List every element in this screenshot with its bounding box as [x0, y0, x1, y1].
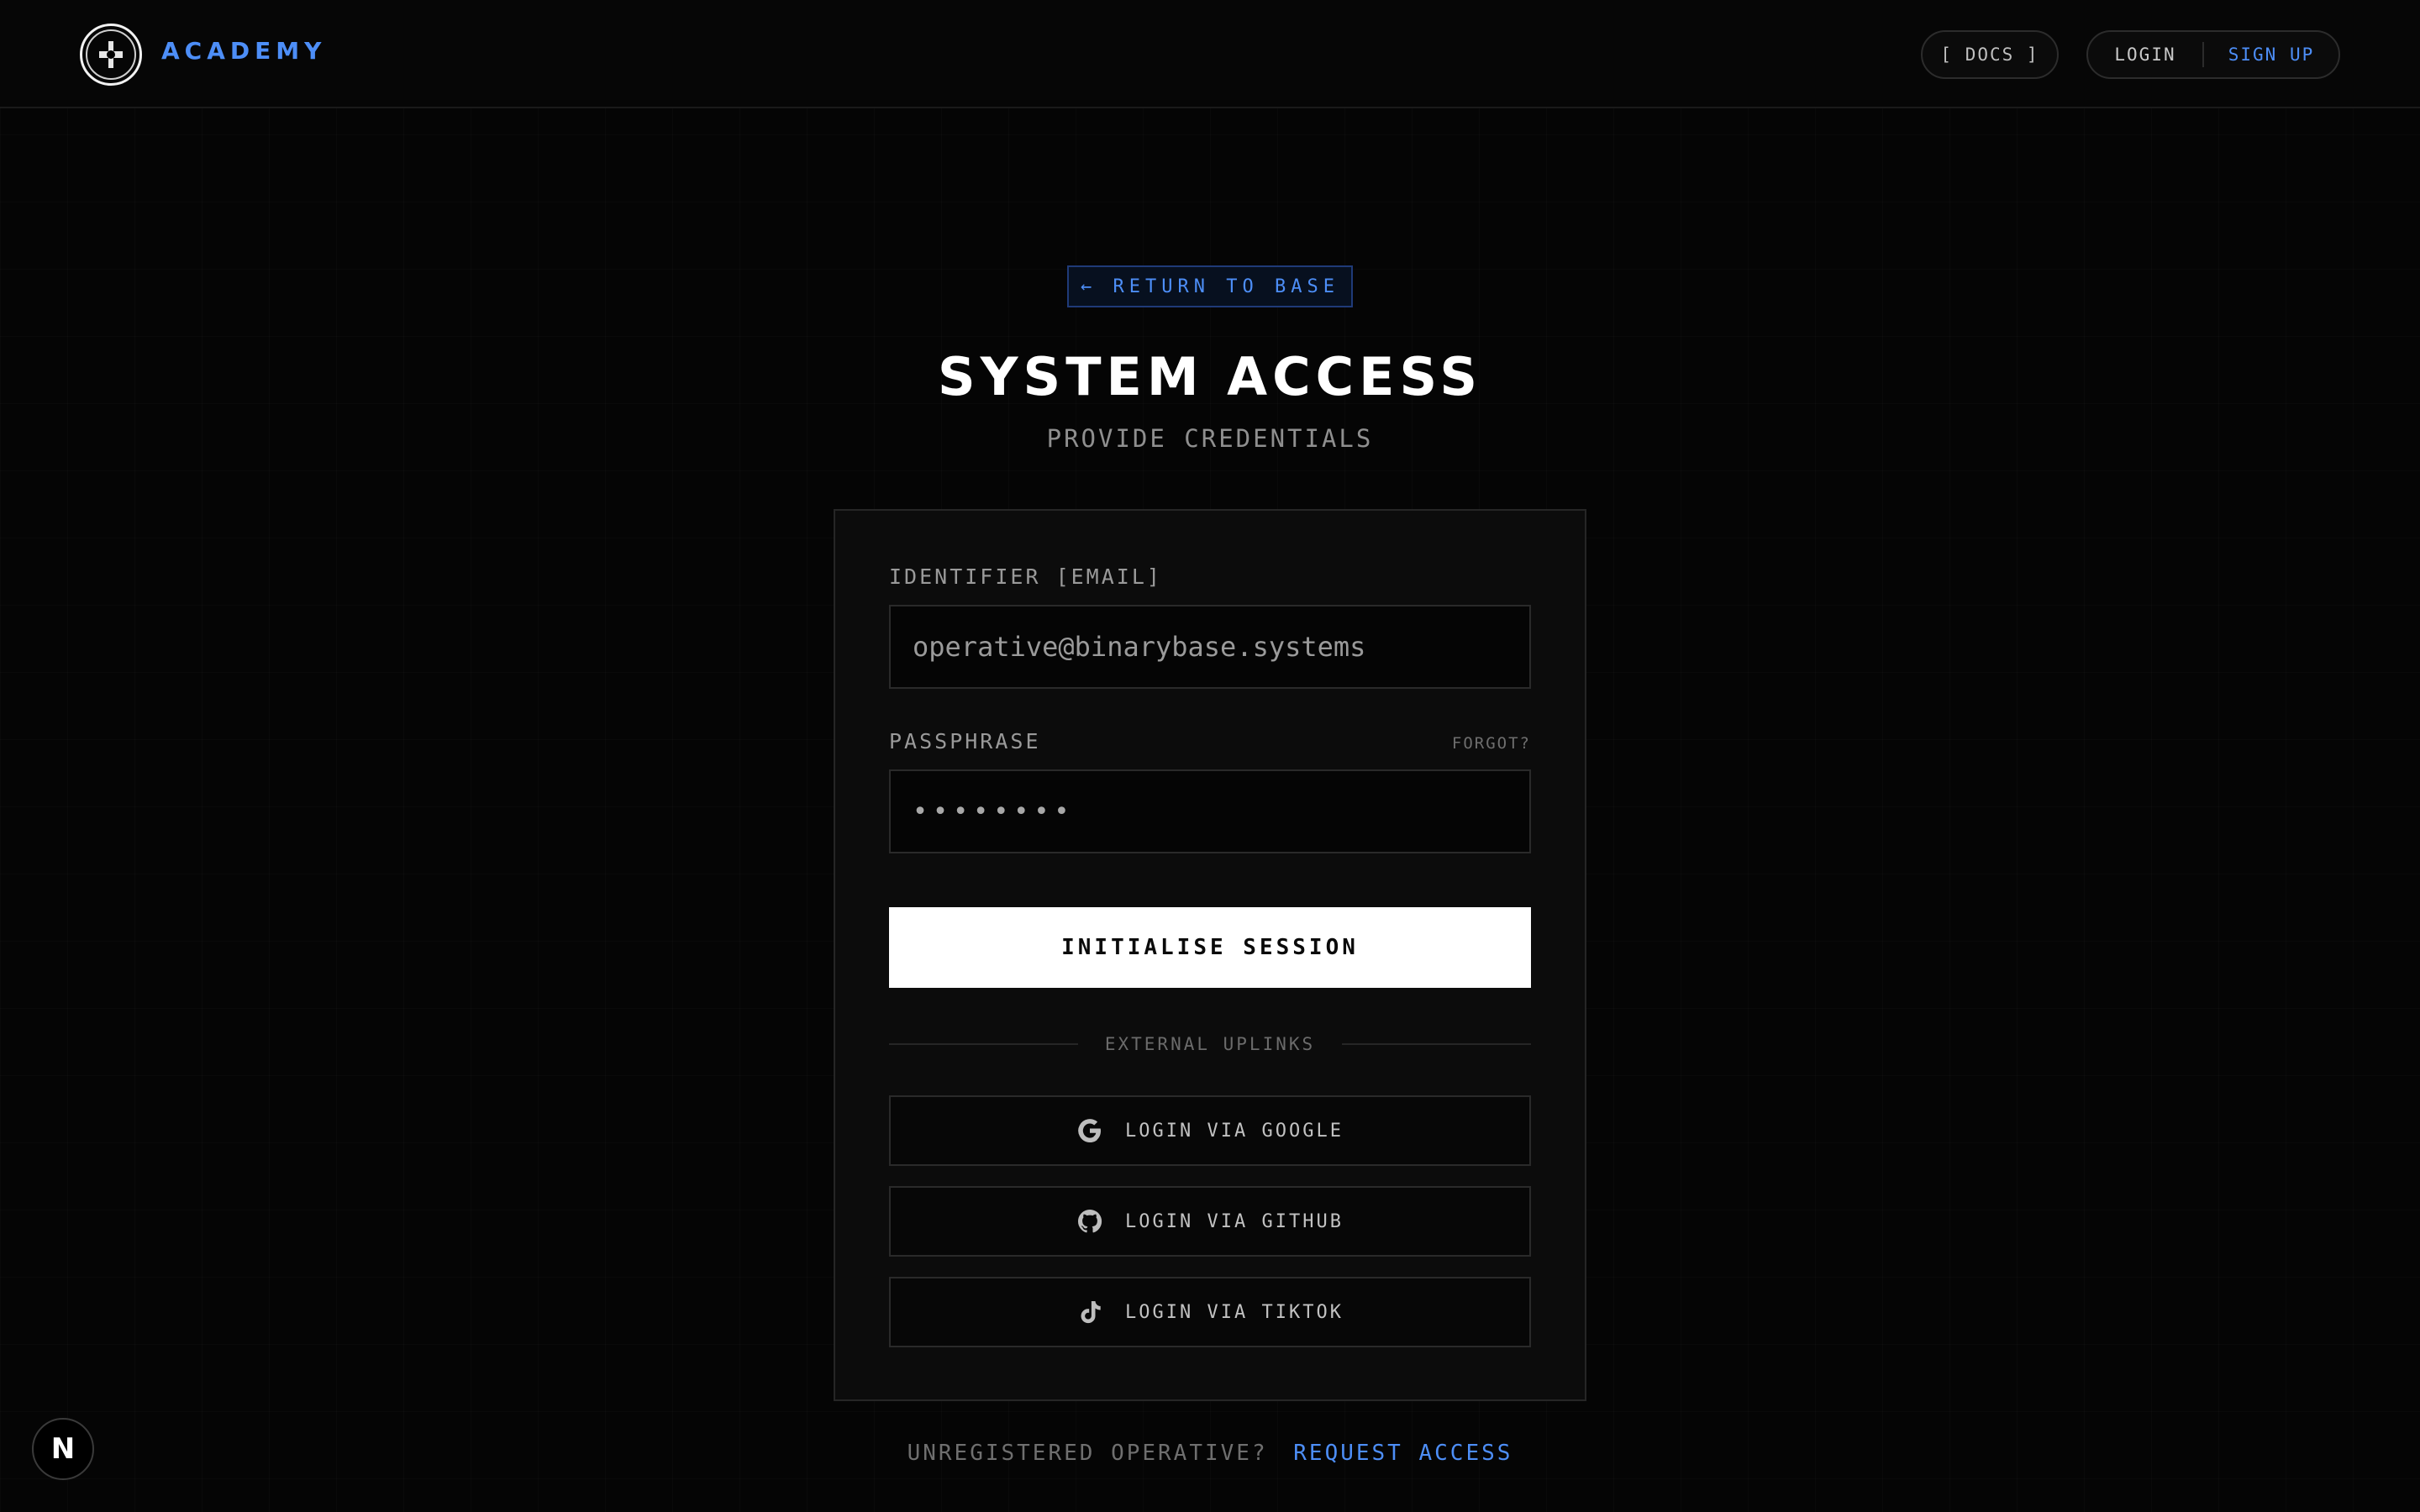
email-field[interactable]: operative@binarybase.systems — [889, 605, 1531, 689]
initialise-session-button[interactable]: INITIALISE SESSION — [889, 907, 1531, 988]
request-access-link[interactable]: REQUEST ACCESS — [1293, 1441, 1512, 1466]
divider-line — [889, 1043, 1078, 1045]
logo-seal — [86, 29, 136, 80]
login-card: IDENTIFIER [EMAIL] operative@binarybase.… — [834, 509, 1586, 1401]
password-label: PASSPHRASE — [889, 729, 1041, 753]
logo-emblem-icon — [99, 41, 123, 68]
forgot-password-link[interactable]: FORGOT? — [1452, 734, 1531, 753]
docs-button[interactable]: [ DOCS ] — [1921, 30, 2059, 79]
unregistered-text: UNREGISTERED OPERATIVE? — [907, 1441, 1268, 1466]
login-github-label: LOGIN VIA GITHUB — [1125, 1210, 1344, 1232]
auth-switch: LOGIN SIGN UP — [2086, 30, 2340, 79]
divider-line — [1342, 1043, 1532, 1045]
login-github-button[interactable]: LOGIN VIA GITHUB — [889, 1186, 1531, 1257]
nextjs-dev-badge[interactable]: N — [32, 1418, 94, 1480]
google-icon — [1076, 1117, 1103, 1144]
signup-prompt: UNREGISTERED OPERATIVE? REQUEST ACCESS — [0, 1441, 2420, 1466]
login-tiktok-label: LOGIN VIA TIKTOK — [1125, 1301, 1344, 1323]
page-title: SYSTEM ACCESS — [938, 346, 1482, 407]
email-label: IDENTIFIER [EMAIL] — [889, 564, 1162, 589]
brand-name[interactable]: ACADEMY — [161, 37, 326, 65]
divider-label: EXTERNAL UPLINKS — [1104, 1034, 1316, 1054]
external-uplinks-divider: EXTERNAL UPLINKS — [889, 1032, 1532, 1057]
password-field[interactable]: •••••••• — [889, 769, 1531, 853]
login-google-button[interactable]: LOGIN VIA GOOGLE — [889, 1095, 1531, 1166]
signup-button[interactable]: SIGN UP — [2204, 45, 2338, 65]
login-google-label: LOGIN VIA GOOGLE — [1125, 1120, 1344, 1142]
page-subtitle: PROVIDE CREDENTIALS — [1046, 424, 1374, 453]
binarybase-logo[interactable] — [80, 24, 142, 86]
tiktok-icon — [1076, 1299, 1103, 1326]
login-button[interactable]: LOGIN — [2088, 45, 2202, 65]
return-to-base-button[interactable]: ← RETURN TO BASE — [1067, 265, 1353, 307]
top-nav: ACADEMY [ DOCS ] LOGIN SIGN UP — [0, 0, 2420, 108]
login-tiktok-button[interactable]: LOGIN VIA TIKTOK — [889, 1277, 1531, 1347]
github-icon — [1076, 1208, 1103, 1235]
